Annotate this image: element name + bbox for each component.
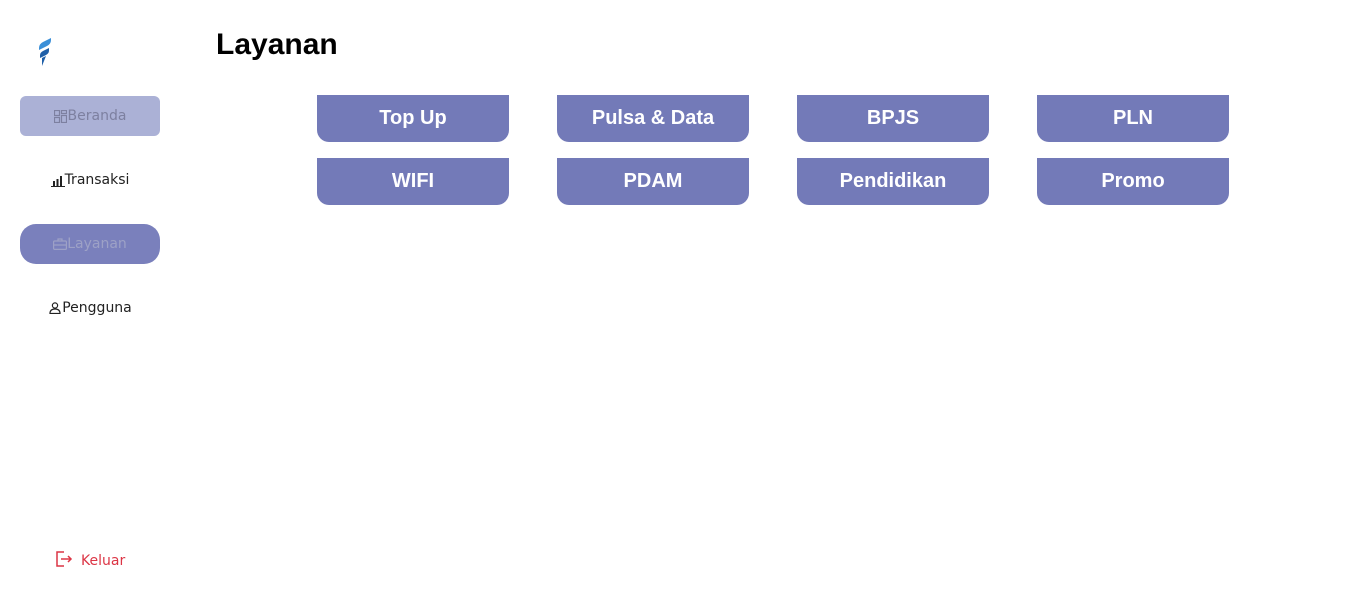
- grid-icon: [54, 109, 68, 123]
- sidebar-item-label: Pengguna: [62, 300, 132, 316]
- sidebar-item-label: Beranda: [67, 108, 127, 124]
- service-button-pdam[interactable]: PDAM: [557, 158, 749, 205]
- sidebar: Beranda Transaksi Layanan Pengguna Kelua…: [0, 0, 180, 604]
- logout-button[interactable]: Keluar: [55, 550, 125, 572]
- bar-chart-icon: [50, 173, 65, 187]
- sidebar-item-layanan[interactable]: Layanan: [20, 224, 160, 264]
- sidebar-item-label: Transaksi: [64, 172, 130, 188]
- service-button-pln[interactable]: PLN: [1037, 95, 1229, 142]
- service-button-pendidikan[interactable]: Pendidikan: [797, 158, 989, 205]
- user-icon: [48, 301, 62, 315]
- logout-icon: [55, 550, 73, 572]
- app-root: Beranda Transaksi Layanan Pengguna Kelua…: [0, 0, 1366, 604]
- logout-label: Keluar: [81, 553, 126, 569]
- service-button-top-up[interactable]: Top Up: [317, 95, 509, 142]
- service-grid: Top Up Pulsa & Data BPJS PLN WIFI PDAM P…: [317, 95, 1229, 205]
- sidebar-item-beranda[interactable]: Beranda: [20, 96, 160, 136]
- service-button-bpjs[interactable]: BPJS: [797, 95, 989, 142]
- service-button-promo[interactable]: Promo: [1037, 158, 1229, 205]
- briefcase-icon: [53, 237, 68, 251]
- sidebar-item-transaksi[interactable]: Transaksi: [20, 160, 160, 200]
- service-button-wifi[interactable]: WIFI: [317, 158, 509, 205]
- brand-logo-icon[interactable]: [35, 36, 57, 68]
- page-title: Layanan: [216, 28, 338, 61]
- sidebar-item-pengguna[interactable]: Pengguna: [20, 288, 160, 328]
- sidebar-item-label: Layanan: [67, 236, 127, 252]
- service-button-pulsa-data[interactable]: Pulsa & Data: [557, 95, 749, 142]
